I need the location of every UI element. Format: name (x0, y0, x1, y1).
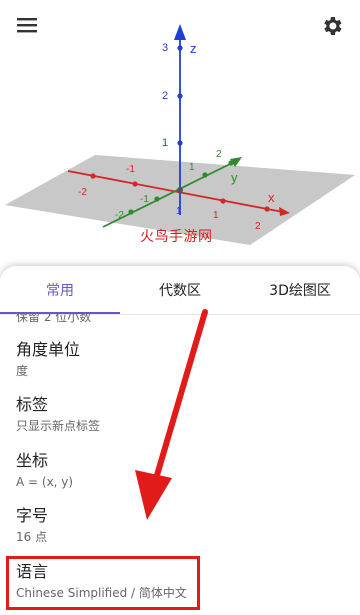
setting-labeling[interactable]: 标签 只显示新点标签 (16, 395, 346, 434)
y-tick-label: 1 (189, 162, 195, 173)
partial-setting-value: 保留 2 位小数 (16, 314, 92, 324)
y-tick-point (202, 172, 208, 178)
setting-value: 16 点 (16, 530, 48, 544)
highlight-box (6, 556, 200, 610)
setting-title: 坐标 (16, 451, 49, 470)
top-bar (0, 0, 360, 52)
x-tick-label: 2 (255, 221, 261, 232)
y-tick-label: -2 (115, 210, 124, 221)
x-tick-point (132, 181, 138, 187)
y-tick-label: 2 (216, 149, 222, 160)
x-axis-label: x (268, 190, 275, 205)
gear-icon[interactable] (320, 14, 344, 38)
setting-value: A = (x, y) (16, 475, 74, 489)
x-tick-point (220, 198, 226, 204)
setting-title: 标签 (16, 395, 49, 414)
x-tick-point (264, 206, 270, 212)
y-tick-point (128, 209, 134, 215)
z-tick-label: 1 (162, 137, 168, 149)
tab-bar: 常用 代数区 3D绘图区 (0, 266, 360, 315)
setting-coordinates[interactable]: 坐标 A = (x, y) (16, 451, 346, 490)
setting-angle-unit[interactable]: 角度单位 度 (16, 340, 346, 379)
x-tick-label: -1 (126, 164, 135, 175)
setting-title: 字号 (16, 506, 49, 525)
y-axis-label: y (231, 170, 238, 185)
z-tick-point (177, 140, 183, 146)
tab-3d-graphics[interactable]: 3D绘图区 (240, 266, 360, 314)
x-tick-label: 1 (213, 210, 219, 221)
z-tick-point (177, 93, 183, 99)
tab-algebra[interactable]: 代数区 (120, 266, 240, 314)
setting-value: 只显示新点标签 (16, 419, 101, 433)
origin-label: 1 (176, 206, 182, 217)
setting-value: 度 (16, 364, 29, 378)
menu-icon[interactable] (16, 14, 38, 36)
y-tick-point (228, 160, 234, 166)
tab-common[interactable]: 常用 (0, 266, 120, 314)
z-tick-label: 2 (162, 90, 168, 102)
setting-title: 角度单位 (16, 340, 81, 359)
x-tick-label: -2 (78, 187, 87, 198)
y-tick-point (154, 196, 160, 202)
origin-point (177, 187, 183, 193)
watermark-text: 火鸟手游网 (140, 229, 213, 245)
x-tick-point (90, 173, 96, 179)
setting-font-size[interactable]: 字号 16 点 (16, 506, 346, 545)
y-tick-label: -1 (140, 194, 149, 205)
